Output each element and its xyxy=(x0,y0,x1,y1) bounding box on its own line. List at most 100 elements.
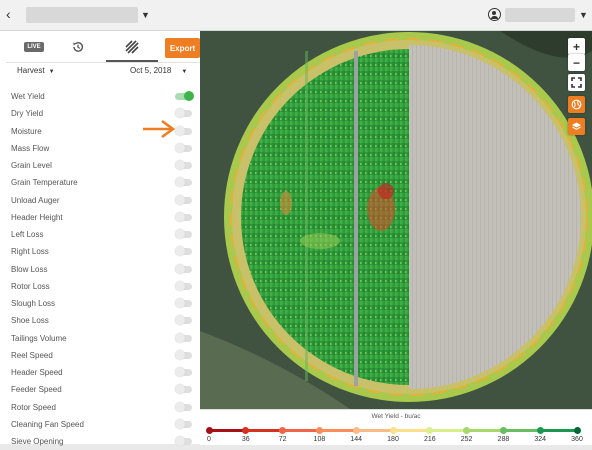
export-button[interactable]: Export xyxy=(165,38,200,58)
globe-button[interactable] xyxy=(568,96,585,113)
layer-label: Header Height xyxy=(11,212,63,222)
account-menu[interactable] xyxy=(505,8,575,22)
legend-dot xyxy=(279,427,287,434)
layer-toggle[interactable] xyxy=(175,401,192,412)
chevron-down-icon[interactable]: ▼ xyxy=(141,10,150,20)
fullscreen-button[interactable] xyxy=(568,74,585,91)
date-value: Oct 5, 2018 xyxy=(130,66,172,75)
layer-toggle[interactable] xyxy=(175,418,192,429)
layer-toggle[interactable] xyxy=(175,349,192,360)
toggle-knob xyxy=(175,108,185,119)
layer-label: Left Loss xyxy=(11,230,44,240)
layer-list: Wet Yield Dry Yield Moisture Mass Flow Grain… xyxy=(0,88,200,450)
chevron-left-icon[interactable]: ‹ xyxy=(6,6,11,22)
legend-segment xyxy=(466,429,504,432)
layer-toggle[interactable] xyxy=(175,384,192,395)
layer-label: Blow Loss xyxy=(11,264,48,274)
layer-row: Sieve Opening xyxy=(0,433,200,450)
layer-toggle[interactable] xyxy=(175,177,192,188)
layers-icon xyxy=(572,122,581,130)
tab-live[interactable]: LIVE xyxy=(12,35,56,59)
layer-toggle[interactable] xyxy=(175,332,192,343)
toggle-knob xyxy=(175,125,185,136)
divider xyxy=(6,62,200,63)
layer-row: Feeder Speed xyxy=(0,381,200,398)
legend-tick-label: 72 xyxy=(278,436,287,443)
tab-layers[interactable] xyxy=(110,35,154,59)
layers-panel: LIVE Export Harvest ▼ Oct 5, 2018 ▼ Wet Yi… xyxy=(0,31,201,447)
toggle-knob xyxy=(175,418,185,429)
layer-label: Dry Yield xyxy=(11,109,44,119)
legend-dot xyxy=(352,427,360,434)
layer-toggle[interactable] xyxy=(175,211,192,222)
layer-row: Right Loss xyxy=(0,243,200,260)
layer-toggle[interactable] xyxy=(175,280,192,291)
date-select[interactable]: Oct 5, 2018 ▼ xyxy=(130,66,187,75)
toggle-knob xyxy=(175,384,185,395)
layer-toggle[interactable] xyxy=(175,315,192,326)
layer-toggle[interactable] xyxy=(175,367,192,378)
layer-toggle[interactable] xyxy=(175,125,192,136)
striped-layers-icon xyxy=(125,40,139,54)
arrow-pointer-icon xyxy=(143,119,176,139)
layer-label: Sieve Opening xyxy=(11,437,64,447)
layer-toggle[interactable] xyxy=(175,108,192,119)
chevron-down-icon[interactable]: ▼ xyxy=(579,10,588,20)
legend-dot xyxy=(205,427,213,434)
legend-tick-label: 144 xyxy=(350,436,363,443)
legend-tick-label: 0 xyxy=(207,436,211,443)
globe-icon xyxy=(571,99,582,110)
toggle-knob xyxy=(175,246,185,257)
user-circle-icon[interactable] xyxy=(488,8,501,21)
layer-toggle[interactable] xyxy=(175,436,192,447)
layer-toggle[interactable] xyxy=(175,263,192,274)
yield-legend: Wet Yield - bu/ac 0 36 72 108 144 180 216 252 28… xyxy=(200,409,592,445)
legend-segment xyxy=(393,429,431,432)
legend-segment xyxy=(209,429,247,432)
legend-segment xyxy=(245,429,284,432)
history-icon xyxy=(73,42,84,52)
legend-tick-label: 324 xyxy=(534,436,547,443)
layer-row: Wet Yield xyxy=(0,88,200,105)
layer-label: Right Loss xyxy=(11,247,49,257)
toggle-knob xyxy=(175,194,185,205)
legend-tick-label: 36 xyxy=(241,436,250,443)
zoom-out-button[interactable]: − xyxy=(568,54,585,71)
layer-row: Slough Loss xyxy=(0,295,200,312)
layer-toggle[interactable] xyxy=(175,194,192,205)
legend-dot xyxy=(389,427,397,434)
layer-label: Slough Loss xyxy=(11,299,56,309)
layer-toggle[interactable] xyxy=(175,160,192,171)
layer-label: Mass Flow xyxy=(11,143,50,153)
toggle-knob xyxy=(175,263,185,274)
map-layers-button[interactable] xyxy=(568,118,585,135)
layer-row: Shoe Loss xyxy=(0,312,200,329)
layer-row: Cleaning Fan Speed xyxy=(0,416,200,433)
layer-toggle[interactable] xyxy=(175,298,192,309)
layer-toggle[interactable] xyxy=(175,91,194,102)
toggle-knob xyxy=(175,332,185,343)
layer-label: Reel Speed xyxy=(11,350,53,360)
top-bar: ‹ ▼ ▼ xyxy=(0,0,592,31)
layer-row: Grain Temperature xyxy=(0,174,200,191)
layer-toggle[interactable] xyxy=(175,246,192,257)
tab-history[interactable] xyxy=(56,35,100,59)
layer-row: Header Speed xyxy=(0,364,200,381)
legend-segment xyxy=(503,429,541,432)
layer-label: Header Speed xyxy=(11,368,63,378)
toggle-knob xyxy=(175,142,185,153)
legend-segment xyxy=(540,429,577,432)
legend-dot xyxy=(463,427,471,434)
layer-row: Unload Auger xyxy=(0,192,200,209)
layer-row: Tailings Volume xyxy=(0,330,200,347)
legend-segment xyxy=(429,429,468,432)
legend-tick-label: 180 xyxy=(387,436,399,443)
layer-row: Rotor Loss xyxy=(0,278,200,295)
yield-map[interactable] xyxy=(200,31,592,409)
farm-selector[interactable] xyxy=(26,7,138,23)
layer-toggle[interactable] xyxy=(175,229,192,240)
layer-label: Wet Yield xyxy=(11,92,45,102)
operation-select[interactable]: Harvest ▼ xyxy=(17,66,55,75)
zoom-in-button[interactable]: + xyxy=(568,38,585,55)
layer-toggle[interactable] xyxy=(175,142,192,153)
